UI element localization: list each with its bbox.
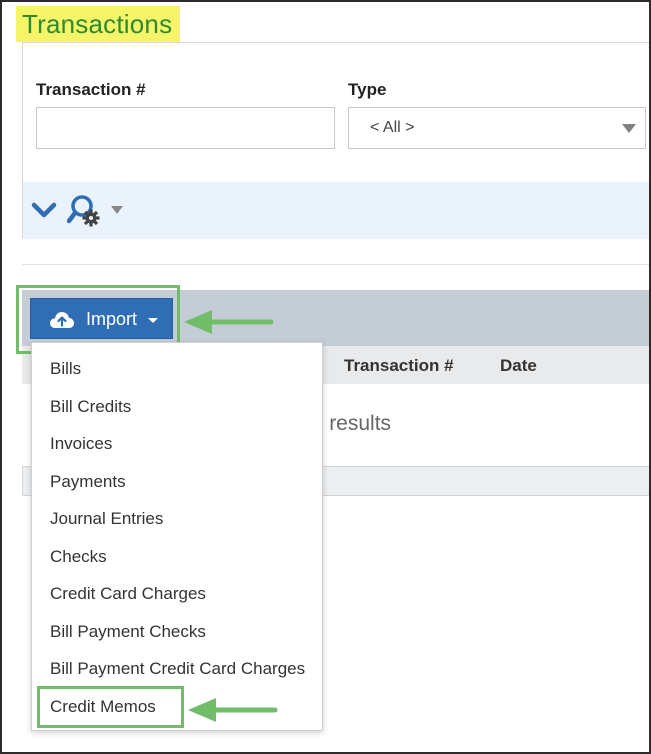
credit-memos-annotation-box xyxy=(37,686,184,728)
menu-item-bill-credits[interactable]: Bill Credits xyxy=(50,397,131,417)
screenshot-frame: Transactions Transaction # Type < All > xyxy=(0,0,651,754)
menu-item-bill-payment-credit-card-charges[interactable]: Bill Payment Credit Card Charges xyxy=(50,659,305,679)
menu-item-bill-payment-checks[interactable]: Bill Payment Checks xyxy=(50,622,206,642)
menu-item-bills[interactable]: Bills xyxy=(50,359,81,379)
caret-down-icon[interactable] xyxy=(111,206,123,214)
type-select-value: < All > xyxy=(370,119,415,136)
chevron-down-icon[interactable] xyxy=(31,200,57,222)
import-dropdown-menu: Bills Bill Credits Invoices Payments Jou… xyxy=(31,342,323,731)
column-header-date[interactable]: Date xyxy=(500,356,537,376)
annotation-arrow-left-icon xyxy=(184,310,274,334)
menu-item-credit-card-charges[interactable]: Credit Card Charges xyxy=(50,584,206,604)
type-select[interactable]: < All > xyxy=(348,107,646,149)
annotation-arrow-left-icon xyxy=(188,698,278,722)
menu-item-checks[interactable]: Checks xyxy=(50,547,107,567)
menu-item-invoices[interactable]: Invoices xyxy=(50,434,112,454)
menu-item-journal-entries[interactable]: Journal Entries xyxy=(50,509,163,529)
filter-panel: Transaction # Type < All > xyxy=(22,42,649,239)
transaction-number-input[interactable] xyxy=(36,107,335,149)
chevron-down-icon xyxy=(622,124,636,133)
menu-item-payments[interactable]: Payments xyxy=(50,472,126,492)
section-divider xyxy=(22,264,649,265)
transaction-number-label: Transaction # xyxy=(36,80,146,99)
filter-toolbar xyxy=(23,182,649,239)
page-title: Transactions xyxy=(22,8,173,39)
type-label: Type xyxy=(348,80,387,99)
search-settings-icon[interactable] xyxy=(67,194,103,228)
page-title-highlight: Transactions xyxy=(16,6,181,42)
column-header-transaction-number[interactable]: Transaction # xyxy=(344,356,454,376)
